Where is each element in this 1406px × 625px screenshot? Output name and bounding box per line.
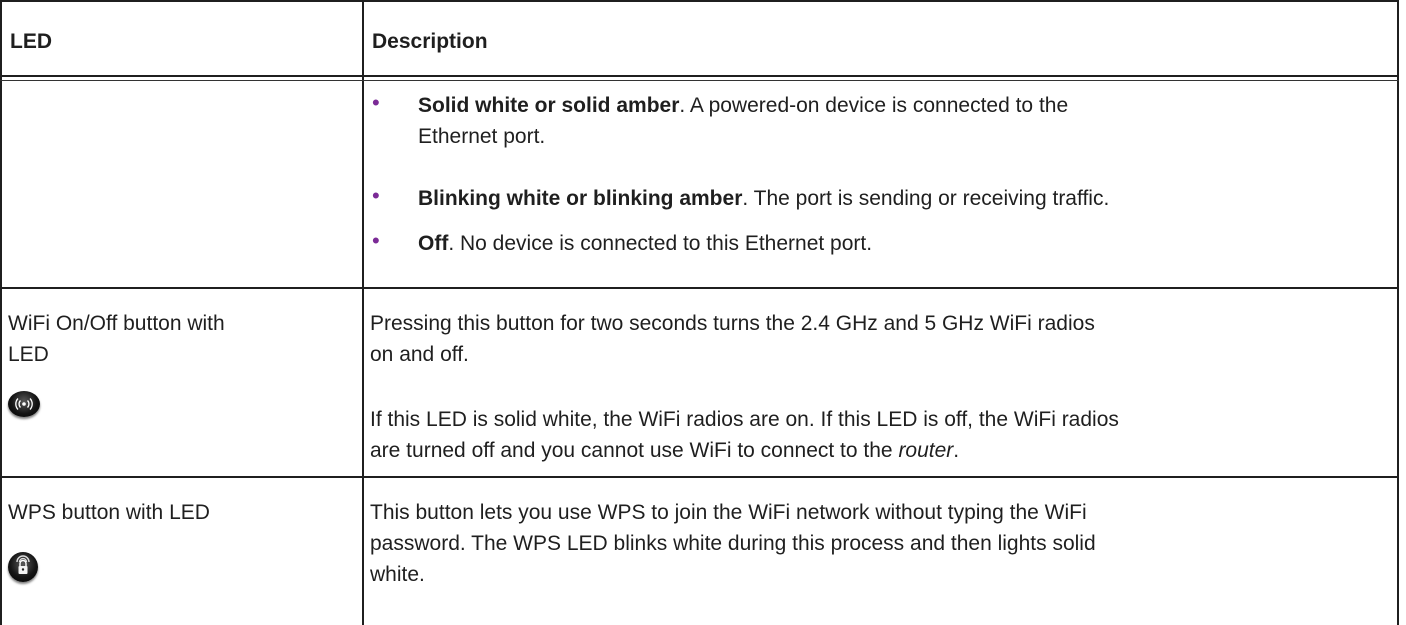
row-divider <box>0 476 1399 478</box>
bullet-text: . The port is sending or receiving traff… <box>742 187 1110 210</box>
bullet-text: . A powered-on device is connected to th… <box>679 94 1069 117</box>
wifi-radio-icon <box>8 391 40 417</box>
led-name-wps: WPS button with LED <box>8 501 210 524</box>
bullet-icon: • <box>372 183 380 208</box>
router-term: router <box>898 439 954 462</box>
header-double-rule <box>0 80 1399 81</box>
wifi-description-p1: Pressing this button for two seconds tur… <box>370 312 1095 366</box>
column-header-led: LED <box>10 30 52 53</box>
bullet-term: Off <box>418 232 449 255</box>
header-bottom-border <box>0 75 1399 77</box>
table-top-border <box>0 0 1399 2</box>
list-item: • Off. No device is connected to this Et… <box>370 228 1400 260</box>
bullet-term: Blinking white or blinking amber <box>418 187 743 210</box>
column-divider <box>362 0 364 625</box>
wps-lock-icon <box>8 552 38 582</box>
wps-description: This button lets you use WPS to join the… <box>370 501 1096 586</box>
bullet-term: Solid white or solid amber <box>418 94 680 117</box>
bullet-text-cont: Ethernet port. <box>418 125 546 148</box>
row-divider <box>0 287 1399 289</box>
bullet-text: . No device is connected to this Etherne… <box>448 232 873 255</box>
table-left-border <box>0 0 2 625</box>
bullet-icon: • <box>372 228 380 253</box>
column-header-description: Description <box>372 30 488 53</box>
wifi-description-p2: If this LED is solid white, the WiFi rad… <box>370 408 1119 462</box>
bullet-icon: • <box>372 90 380 115</box>
list-item: • Solid white or solid amber. A powered-… <box>370 90 1400 160</box>
list-item: • Blinking white or blinking amber. The … <box>370 183 1400 215</box>
led-name-wifi: WiFi On/Off button with LED <box>8 312 225 366</box>
